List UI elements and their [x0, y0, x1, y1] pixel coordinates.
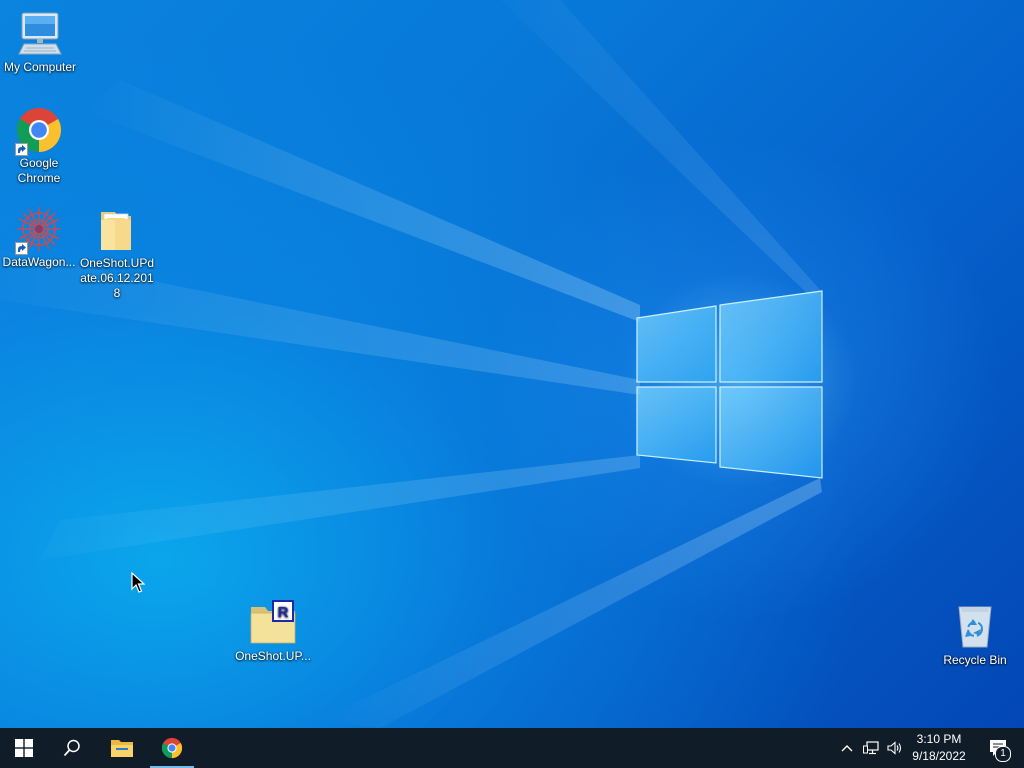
recycle-bin-icon [951, 603, 999, 651]
chevron-up-icon [841, 745, 853, 752]
desktop-icon-oneshot-folder[interactable]: OneShot.UPd ate.06.12.2018 [77, 206, 157, 301]
folder-icon [93, 206, 141, 254]
desktop-icon-label: OneShot.UP... [235, 649, 311, 663]
taskbar: 3:10 PM 9/18/2022 1 [0, 728, 1024, 768]
desktop-icon-recycle-bin[interactable]: Recycle Bin [935, 603, 1015, 668]
desktop-icon-label: Google Chrome [17, 156, 61, 185]
chrome-icon [161, 737, 183, 759]
action-center-button[interactable]: 1 [978, 728, 1022, 768]
desktop-icon-my-computer[interactable]: My Computer [0, 10, 80, 75]
datawagon-icon [15, 205, 63, 255]
rar-archive-icon: R [249, 599, 297, 647]
shortcut-arrow-icon [15, 143, 28, 156]
desktop-icon-label: Recycle Bin [943, 653, 1007, 667]
desktop[interactable]: My Computer Google Chrome DataWagon... O… [0, 0, 1024, 728]
desktop-icon-label: OneShot.UPd ate.06.12.2018 [79, 256, 155, 300]
clock[interactable]: 3:10 PM 9/18/2022 [904, 731, 974, 765]
search-icon [63, 739, 80, 757]
network-button[interactable] [860, 728, 882, 768]
svg-text:R: R [278, 604, 289, 621]
desktop-icon-label: My Computer [3, 60, 77, 74]
mouse-cursor-icon [131, 572, 145, 593]
file-explorer-button[interactable] [98, 728, 146, 768]
volume-icon [887, 741, 902, 755]
wallpaper-light-beams [0, 0, 822, 728]
clock-time: 3:10 PM [916, 732, 962, 746]
search-button[interactable] [48, 728, 96, 768]
computer-icon [16, 10, 64, 58]
desktop-icon-oneshot-archive[interactable]: R OneShot.UP... [232, 599, 314, 664]
shortcut-arrow-icon [15, 242, 28, 255]
chrome-icon [15, 106, 63, 156]
notification-count-badge: 1 [995, 746, 1011, 762]
windows-start-icon [15, 739, 33, 757]
desktop-icon-datawagon[interactable]: DataWagon... [0, 205, 79, 270]
clock-date: 9/18/2022 [912, 749, 966, 763]
start-button[interactable] [0, 728, 48, 768]
windows-wallpaper-logo [636, 290, 823, 479]
folder-icon [111, 740, 133, 757]
chrome-taskbar-button[interactable] [148, 728, 196, 768]
network-icon [863, 741, 879, 755]
volume-button[interactable] [884, 728, 906, 768]
show-hidden-icons-button[interactable] [838, 728, 856, 768]
desktop-icon-google-chrome[interactable]: Google Chrome [0, 106, 79, 186]
desktop-icon-label: DataWagon... [2, 255, 76, 269]
